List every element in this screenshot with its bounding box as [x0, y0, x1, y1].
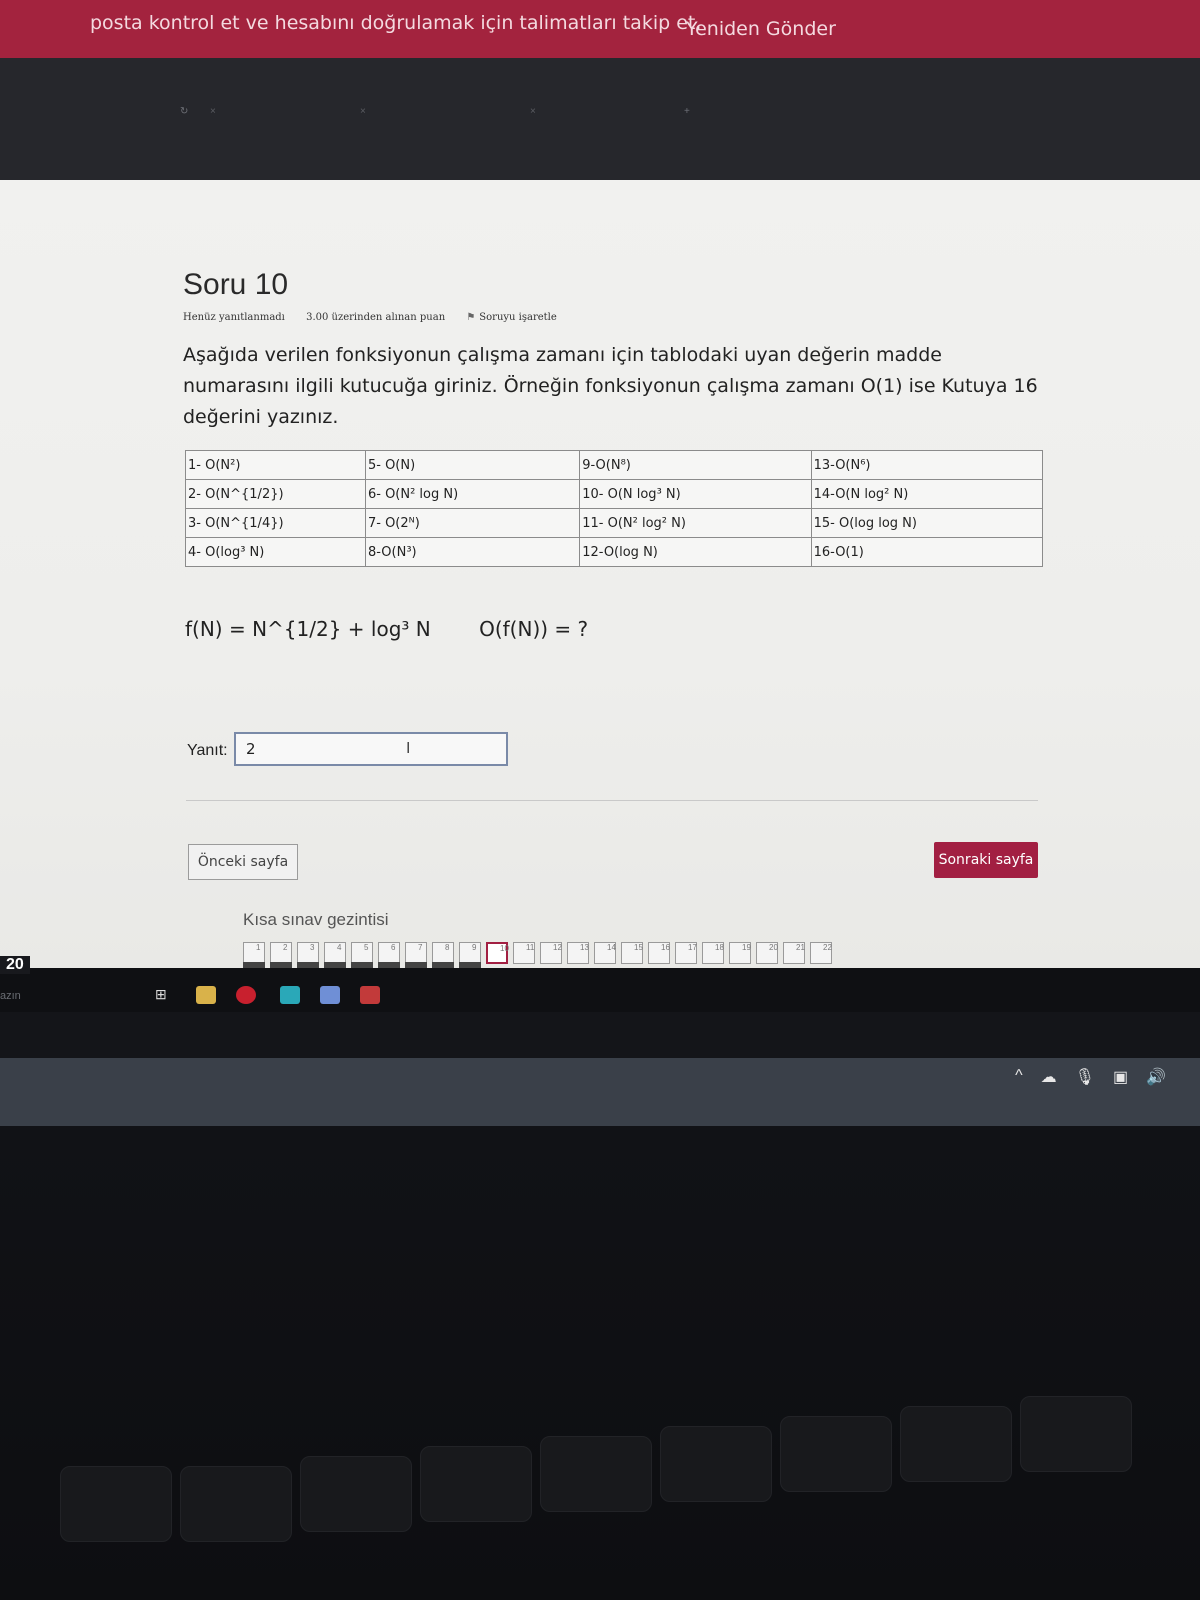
- divider: [186, 800, 1038, 801]
- close-icon[interactable]: ×: [210, 106, 216, 117]
- quiz-nav-page-12[interactable]: 12: [540, 942, 562, 964]
- flag-label: Soruyu işaretle: [479, 312, 557, 323]
- quiz-nav-page-6[interactable]: 6: [378, 942, 400, 969]
- table-cell: 6- O(N² log N): [364, 479, 581, 509]
- table-cell: 4- O(log³ N): [185, 537, 366, 567]
- table-row: 4- O(log³ N) 8-O(N³) 12-O(log N) 16-O(1): [185, 537, 1044, 567]
- quiz-nav-page-2[interactable]: 2: [270, 942, 292, 969]
- answer-label: Yanıt:: [187, 742, 228, 759]
- complexity-table: 1- O(N²) 5- O(N) 9-O(N⁸) 13-O(N⁶) 2- O(N…: [185, 450, 1044, 567]
- quiz-nav-page-1[interactable]: 1: [243, 942, 265, 969]
- quiz-nav-page-19[interactable]: 19: [729, 942, 751, 964]
- resend-link[interactable]: Yeniden Gönder: [686, 18, 836, 40]
- speaker-icon[interactable]: 🔊: [1146, 1067, 1166, 1087]
- quiz-nav-page-4[interactable]: 4: [324, 942, 346, 969]
- table-cell: 5- O(N): [364, 450, 581, 480]
- formula-line: f(N) = N^{1/2} + log³ N O(f(N)) = ?: [185, 617, 588, 641]
- quiz-nav-page-11[interactable]: 11: [513, 942, 535, 964]
- keyboard-key: [420, 1446, 532, 1522]
- flag-question[interactable]: ⚑ Soruyu işaretle: [466, 312, 574, 323]
- table-row: 1- O(N²) 5- O(N) 9-O(N⁸) 13-O(N⁶): [185, 450, 1044, 480]
- quiz-navigation-grid: 1 2 3 4 5 6 7 8 9 10 11 12 13 14 15 16 17 18 19 20 21 22: [243, 942, 832, 970]
- table-cell: 14-O(N log² N): [810, 479, 1044, 509]
- text-cursor-icon: I: [406, 740, 411, 757]
- side-label: azın: [0, 990, 21, 1002]
- quiz-nav-page-13[interactable]: 13: [567, 942, 589, 964]
- table-cell: 1- O(N²): [185, 450, 366, 480]
- file-explorer-icon[interactable]: [196, 986, 216, 1004]
- table-cell: 10- O(N log³ N): [579, 479, 812, 509]
- quiz-nav-page-5[interactable]: 5: [351, 942, 373, 969]
- complexity-question: O(f(N)) = ?: [479, 617, 589, 641]
- keyboard-key: [780, 1416, 892, 1492]
- display-icon[interactable]: ▣: [1113, 1067, 1128, 1087]
- quiz-nav-page-18[interactable]: 18: [702, 942, 724, 964]
- laptop-keyboard: [0, 1126, 1200, 1600]
- quiz-nav-page-9[interactable]: 9: [459, 942, 481, 969]
- table-cell: 16-O(1): [810, 537, 1044, 567]
- table-cell: 3- O(N^{1/4}): [185, 508, 366, 538]
- quiz-nav-page-15[interactable]: 15: [621, 942, 643, 964]
- keyboard-key: [180, 1466, 292, 1542]
- question-meta: Henüz yanıtlanmadı 3.00 üzerinden alınan…: [183, 312, 593, 323]
- banner-message: posta kontrol et ve hesabını doğrulamak …: [90, 12, 702, 34]
- table-cell: 13-O(N⁶): [810, 450, 1044, 480]
- cloud-icon[interactable]: ☁: [1041, 1067, 1057, 1087]
- table-cell: 12-O(log N): [579, 537, 812, 567]
- quiz-page: Soru 10 Henüz yanıtlanmadı 3.00 üzerinde…: [0, 180, 1200, 970]
- side-number: 20: [0, 956, 30, 974]
- quiz-nav-page-14[interactable]: 14: [594, 942, 616, 964]
- question-text: Aşağıda verilen fonksiyonun çalışma zama…: [183, 344, 1038, 428]
- table-row: 2- O(N^{1/2}) 6- O(N² log N) 10- O(N log…: [185, 479, 1044, 509]
- chevron-up-icon[interactable]: ^: [1015, 1067, 1023, 1087]
- bookmarks-bar: [0, 120, 1200, 170]
- quiz-nav-page-22[interactable]: 22: [810, 942, 832, 964]
- function-formula: f(N) = N^{1/2} + log³ N: [185, 617, 431, 641]
- question-points: 3.00 üzerinden alınan puan: [306, 312, 446, 323]
- quiz-nav-page-17[interactable]: 17: [675, 942, 697, 964]
- quiz-nav-page-21[interactable]: 21: [783, 942, 805, 964]
- next-page-button[interactable]: Sonraki sayfa: [934, 842, 1038, 878]
- opera-icon[interactable]: [236, 986, 256, 1004]
- notification-banner: posta kontrol et ve hesabını doğrulamak …: [0, 0, 1200, 58]
- close-icon[interactable]: ×: [360, 106, 366, 117]
- quiz-nav-page-16[interactable]: 16: [648, 942, 670, 964]
- quiz-nav-page-8[interactable]: 8: [432, 942, 454, 969]
- previous-page-button[interactable]: Önceki sayfa: [188, 844, 298, 880]
- keyboard-key: [300, 1456, 412, 1532]
- app-icon[interactable]: [320, 986, 340, 1004]
- table-row: 3- O(N^{1/4}) 7- O(2ᴺ) 11- O(N² log² N) …: [185, 508, 1044, 538]
- quiz-navigation-title: Kısa sınav gezintisi: [243, 910, 389, 929]
- table-cell: 11- O(N² log² N): [579, 508, 812, 538]
- taskbar: [0, 968, 1200, 1012]
- app-icon[interactable]: [280, 986, 300, 1004]
- table-cell: 15- O(log log N): [810, 508, 1044, 538]
- keyboard-key: [540, 1436, 652, 1512]
- keyboard-key: [1020, 1396, 1132, 1472]
- app-icon[interactable]: [360, 986, 380, 1004]
- question-title: Soru 10: [183, 268, 289, 301]
- close-icon[interactable]: ×: [530, 106, 536, 117]
- keyboard-key: [660, 1426, 772, 1502]
- table-cell: 9-O(N⁸): [579, 450, 812, 480]
- quiz-nav-page-7[interactable]: 7: [405, 942, 427, 969]
- keyboard-key: [60, 1466, 172, 1542]
- quiz-nav-page-20[interactable]: 20: [756, 942, 778, 964]
- keyboard-key: [900, 1406, 1012, 1482]
- microphone-icon[interactable]: 🎙: [1075, 1067, 1095, 1087]
- quiz-nav-page-10[interactable]: 10: [486, 942, 509, 964]
- answer-input[interactable]: [234, 732, 508, 766]
- table-cell: 2- O(N^{1/2}): [185, 479, 366, 509]
- quiz-nav-page-3[interactable]: 3: [297, 942, 319, 969]
- task-view-icon[interactable]: ⊞: [155, 986, 175, 1004]
- table-cell: 8-O(N³): [364, 537, 581, 567]
- question-status: Henüz yanıtlanmadı: [183, 312, 285, 323]
- flag-icon: ⚑: [466, 312, 476, 323]
- table-cell: 7- O(2ᴺ): [364, 508, 581, 538]
- browser-chrome: ↻ × × × +: [0, 58, 1200, 180]
- system-tray: ^ ☁ 🎙 ▣ 🔊: [1015, 1067, 1166, 1087]
